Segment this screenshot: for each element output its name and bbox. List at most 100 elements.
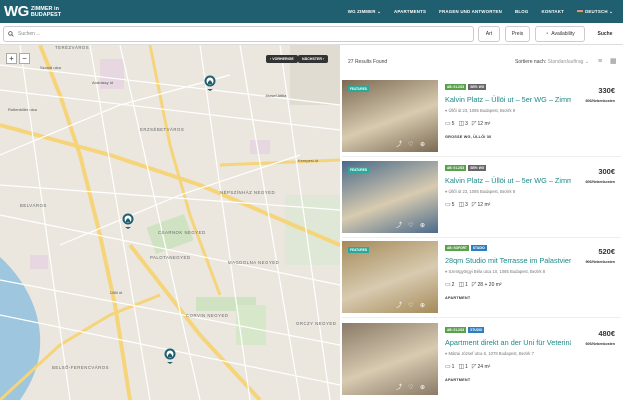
map-label: József Attila: [265, 93, 287, 98]
search-bar: Suchen ... Art Preis ◔ Availability Suche: [0, 23, 623, 45]
location-pin-icon: ⌖: [445, 108, 448, 113]
listing-extra-costs: 60€/Nebenkosten: [585, 99, 615, 103]
listing-title[interactable]: 28qm Studio mit Terrasse im Palastvierte…: [445, 256, 571, 265]
area-size: ◸24 m²: [471, 364, 491, 370]
nav-faq[interactable]: FRAGEN UND ANTWORTEN: [439, 9, 502, 14]
listing-badges: AB: SOFORT STUDIO: [445, 245, 487, 251]
logo-line2: BUDAPEST: [30, 11, 62, 18]
share-icon[interactable]: ⤴: [396, 220, 402, 229]
listing-badge: AB: 01.2/23: [445, 327, 467, 333]
map-marker-icon[interactable]: [164, 348, 176, 364]
listing-photo[interactable]: FEATURED ⤴ ♡ ⊕: [342, 161, 438, 233]
rooms-count: ▭2: [445, 282, 455, 288]
plus-icon[interactable]: ⊕: [420, 302, 425, 309]
heart-icon[interactable]: ♡: [408, 141, 413, 148]
listing-features: ▭1 ◫1 ◸24 m²: [445, 363, 490, 370]
listing-card[interactable]: FEATURED ⤴ ♡ ⊕ AB: 01.2/23 SER: WG Kalvin Plat…: [342, 80, 621, 152]
listing-features: ▭2 ◫1 ◸28 + 20 m²: [445, 281, 502, 288]
map-marker-icon[interactable]: [204, 75, 216, 91]
listing-type: APARTMENT: [445, 296, 471, 300]
map-label: CORVIN NEGYED: [186, 313, 229, 318]
listing-badge: AB: 01.2/23: [445, 84, 467, 90]
bath-icon: ◫: [458, 282, 465, 288]
nav-kontakt[interactable]: KONTAKT: [542, 9, 565, 14]
search-placeholder: Suchen ...: [18, 31, 41, 37]
listing-badge: AB: SOFORT: [445, 245, 469, 251]
listing-address: ⌖ Üllői út 23, 1085 Budapest, Bezirk 8: [445, 189, 516, 194]
listing-type: GROSSE WG, ÜLLŐI 30: [445, 135, 492, 139]
zoom-out-button[interactable]: −: [19, 53, 30, 64]
listing-badges: AB: 01.2/23 SER: WG: [445, 84, 487, 90]
featured-badge: FEATURED: [348, 86, 370, 92]
map-marker-icon[interactable]: [122, 213, 134, 229]
listing-badge: STUDIO: [468, 327, 485, 333]
area-icon: ◸: [471, 282, 477, 288]
plus-icon[interactable]: ⊕: [420, 141, 425, 148]
listing-title[interactable]: Apartment direkt an der Uni für Veterinä…: [445, 338, 571, 347]
listing-photo[interactable]: ⤴ ♡ ⊕: [342, 323, 438, 395]
zoom-in-button[interactable]: +: [6, 53, 17, 64]
listing-badge: AB: 01.2/23: [445, 165, 467, 171]
site-logo[interactable]: WG ZIMMER in BUDAPEST: [4, 4, 61, 19]
share-icon[interactable]: ⤴: [396, 300, 402, 309]
plus-icon[interactable]: ⊕: [420, 384, 425, 391]
nav-language[interactable]: DEUTSCH ⌄: [577, 9, 613, 15]
nav-apartments[interactable]: APARTMENTS: [394, 9, 426, 14]
listing-card[interactable]: FEATURED ⤴ ♡ ⊕ AB: SOFORT STUDIO 28qm Studio m…: [342, 241, 621, 313]
filter-preis-button[interactable]: Preis: [505, 26, 530, 42]
plus-icon[interactable]: ⊕: [420, 222, 425, 229]
listing-info: AB: 01.2/23 STUDIO Apartment direkt an der…: [445, 323, 619, 395]
map-label: Rottenbiller utca: [8, 107, 37, 112]
nav-wg-zimmer[interactable]: WG ZIMMER ⌄: [348, 9, 381, 15]
map-canvas: [0, 45, 340, 400]
listing-badge: STUDIO: [470, 245, 487, 251]
grid-view-icon[interactable]: ▦: [610, 58, 617, 65]
map-panel[interactable]: TERÉZVÁROS ERZSÉBETVÁROS BELVÁROS NÉPSZÍ…: [0, 45, 340, 400]
listing-title[interactable]: Kalvin Platz – Üllöi ut – 5er WG – Zimme…: [445, 95, 571, 104]
area-icon: ◸: [471, 364, 477, 370]
listing-photo[interactable]: FEATURED ⤴ ♡ ⊕: [342, 241, 438, 313]
list-view-icon[interactable]: ≡: [598, 58, 605, 65]
search-submit-button[interactable]: Suche: [590, 26, 620, 42]
heart-icon[interactable]: ♡: [408, 384, 413, 391]
listing-badge: SER: WG: [468, 165, 487, 171]
rooms-count: ▭5: [445, 121, 455, 127]
listing-info: AB: 01.2/23 SER: WG Kalvin Platz – Üllöi u…: [445, 161, 619, 233]
share-icon[interactable]: ⤴: [396, 382, 402, 391]
search-icon: [8, 31, 14, 37]
german-flag-icon: [577, 9, 584, 14]
main-nav: WG ZIMMER ⌄ APARTMENTS FRAGEN UND ANTWOR…: [348, 0, 613, 23]
listing-price: 520€: [598, 247, 615, 256]
share-icon[interactable]: ⤴: [396, 139, 402, 148]
bath-icon: ◫: [458, 364, 465, 370]
bed-icon: ▭: [445, 364, 451, 370]
listing-photo[interactable]: FEATURED ⤴ ♡ ⊕: [342, 80, 438, 152]
sort-dropdown[interactable]: Sortiere nach: Standardauftrag ⌄: [515, 59, 589, 65]
listing-card[interactable]: FEATURED ⤴ ♡ ⊕ AB: 01.2/23 SER: WG Kalvin Plat…: [342, 161, 621, 233]
listing-card[interactable]: ⤴ ♡ ⊕ AB: 01.2/23 STUDIO Apartment direkt an …: [342, 323, 621, 395]
listing-title[interactable]: Kalvin Platz – Üllöi ut – 5er WG – Zimme…: [445, 176, 571, 185]
filter-art-button[interactable]: Art: [478, 26, 500, 42]
listing-badge: SER: WG: [468, 84, 487, 90]
listing-address: ⌖ Mátrai József utca 6, 1078 Budapest, B…: [445, 351, 534, 356]
nav-blog[interactable]: BLOG: [515, 9, 528, 14]
rooms-count: ▭5: [445, 202, 455, 208]
search-input[interactable]: Suchen ...: [3, 26, 474, 42]
chevron-down-icon: ⌄: [609, 8, 613, 14]
divider: [342, 237, 621, 238]
listing-address: ⌖ Szentgyörgyi Béla utca 10, 1085 Budape…: [445, 269, 546, 274]
listing-extra-costs: 90€/Nebenkosten: [585, 260, 615, 264]
availability-button[interactable]: ◔ Availability: [535, 26, 585, 42]
listing-extra-costs: 60€/Nebenkosten: [585, 180, 615, 184]
map-next-button[interactable]: NÄCHSTER ›: [298, 55, 329, 63]
bath-icon: ◫: [458, 202, 465, 208]
listing-badges: AB: 01.2/23 STUDIO: [445, 327, 485, 333]
area-icon: ◸: [471, 202, 477, 208]
map-label: Andrássy út: [92, 80, 114, 85]
map-prev-button[interactable]: ‹ VORHERIGE: [266, 55, 298, 63]
heart-icon[interactable]: ♡: [408, 222, 413, 229]
baths-count: ◫3: [458, 202, 468, 208]
bath-icon: ◫: [458, 121, 465, 127]
heart-icon[interactable]: ♡: [408, 302, 413, 309]
map-label: ERZSÉBETVÁROS: [140, 127, 185, 132]
